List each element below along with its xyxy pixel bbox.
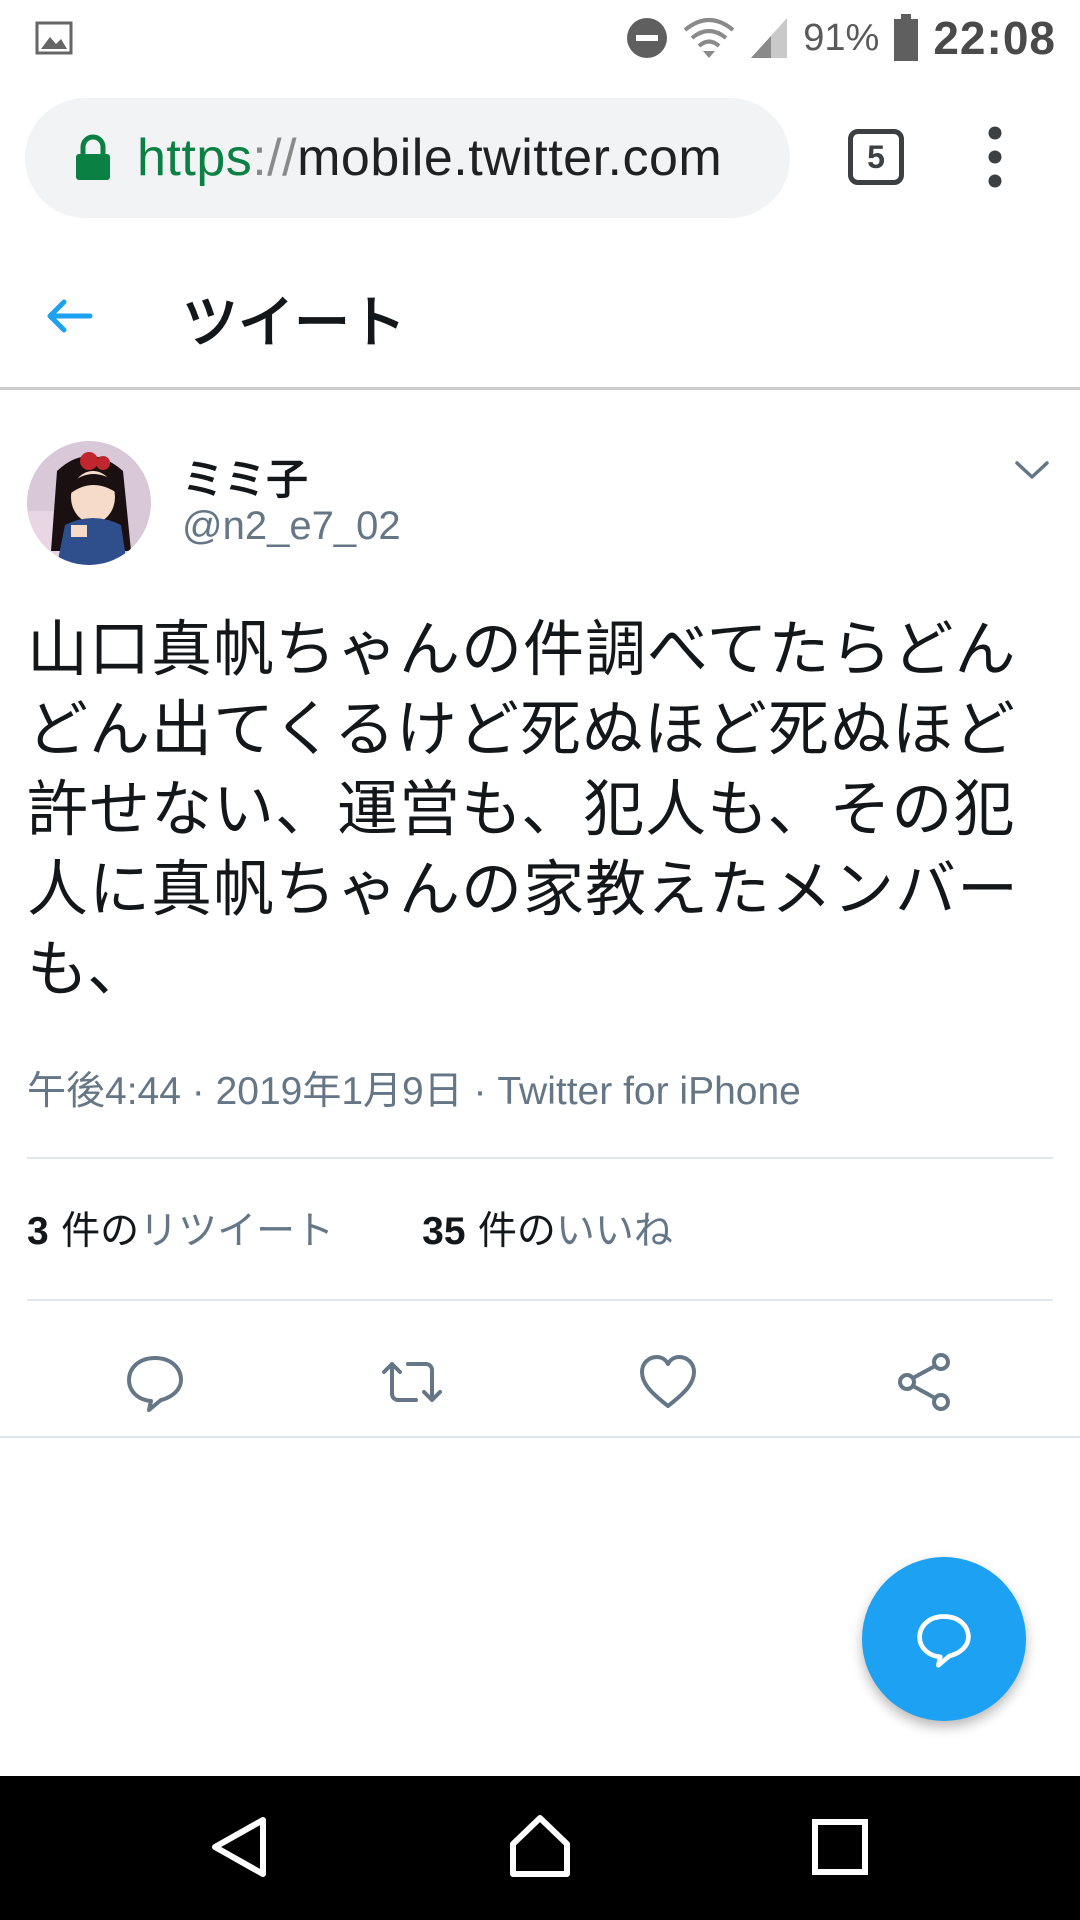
retweet-count-link[interactable]: 3 件のリツイート xyxy=(27,1200,334,1256)
wifi-icon xyxy=(684,18,735,58)
tweet-stats: 3 件のリツイート 35 件のいいね xyxy=(27,1200,673,1256)
url-bar[interactable]: https://mobile.twitter.com xyxy=(25,98,790,218)
tab-switcher-button[interactable]: 5 xyxy=(848,129,904,185)
divider xyxy=(0,1436,1080,1438)
home-icon[interactable] xyxy=(505,1812,575,1882)
tweet-time[interactable]: 午後4:44 xyxy=(27,1070,181,1113)
tweet-source[interactable]: Twitter for iPhone xyxy=(497,1070,800,1113)
browser-toolbar: https://mobile.twitter.com 5 xyxy=(0,76,1080,242)
overflow-menu-icon[interactable] xyxy=(975,124,1015,190)
like-heart-icon[interactable] xyxy=(636,1350,700,1414)
url-scheme: https xyxy=(137,129,253,187)
like-count: 35 xyxy=(422,1210,466,1253)
retweet-count: 3 xyxy=(27,1210,49,1253)
cell-signal-icon xyxy=(751,18,788,58)
chevron-down-icon[interactable] xyxy=(1013,455,1051,485)
back-arrow-icon[interactable] xyxy=(40,286,100,346)
divider xyxy=(27,1157,1053,1159)
recents-icon[interactable] xyxy=(805,1812,875,1882)
tweet-meta: 午後4:44 · 2019年1月9日 · Twitter for iPhone xyxy=(27,1060,801,1116)
page-title: ツイート xyxy=(182,291,406,356)
battery-percent: 91% xyxy=(803,16,880,59)
tweet-date[interactable]: 2019年1月9日 xyxy=(216,1070,463,1113)
meta-separator: · xyxy=(180,1070,216,1113)
reply-icon[interactable] xyxy=(123,1350,187,1414)
compose-reply-button[interactable] xyxy=(862,1557,1026,1721)
reply-bubble-icon xyxy=(917,1614,971,1668)
status-bar: 91% 22:08 xyxy=(0,0,1080,76)
display-name[interactable]: ミミ子 xyxy=(182,446,308,507)
url-text[interactable]: https://mobile.twitter.com xyxy=(137,128,722,188)
like-prefix: 件の xyxy=(465,1209,556,1254)
back-icon[interactable] xyxy=(205,1812,275,1882)
clock: 22:08 xyxy=(933,12,1056,64)
retweet-prefix: 件の xyxy=(48,1209,140,1254)
lock-icon xyxy=(76,134,110,180)
do-not-disturb-icon xyxy=(627,18,668,58)
image-notification-icon xyxy=(35,21,73,55)
tweet-text: 山口真帆ちゃんの件調べてたらどんどん出てくるけど死ぬほど死ぬほど許せない、運営も… xyxy=(27,614,1020,1005)
tweet-actions xyxy=(0,1330,1080,1434)
page-header: ツイート xyxy=(0,242,1080,390)
avatar[interactable] xyxy=(27,441,151,565)
system-nav-bar xyxy=(0,1776,1080,1920)
url-separator: :// xyxy=(252,129,298,187)
retweet-icon[interactable] xyxy=(380,1350,444,1414)
divider xyxy=(27,1299,1053,1301)
retweet-label: リツイート xyxy=(139,1209,335,1254)
like-count-link[interactable]: 35 件のいいね xyxy=(422,1200,673,1256)
meta-separator: · xyxy=(462,1070,498,1113)
like-label: いいね xyxy=(555,1209,673,1254)
user-handle[interactable]: @n2_e7_02 xyxy=(182,504,401,549)
battery-icon xyxy=(894,14,919,61)
share-icon[interactable] xyxy=(893,1350,957,1414)
url-host: mobile.twitter.com xyxy=(297,129,723,187)
